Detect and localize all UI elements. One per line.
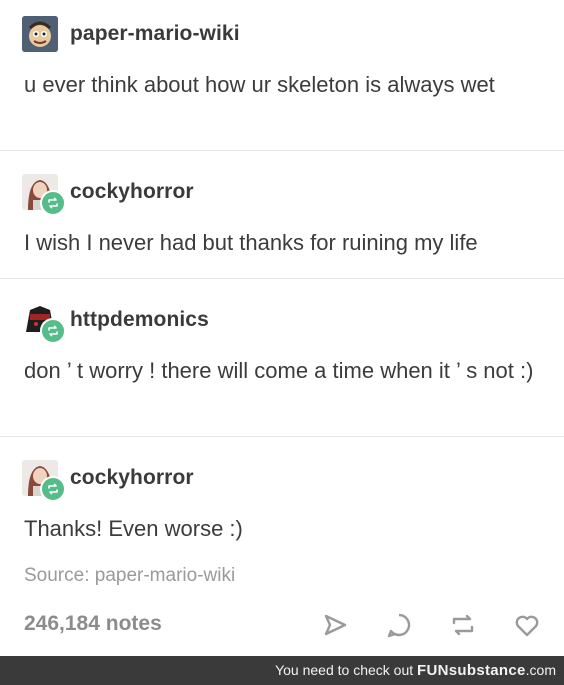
reblog-comment: cockyhorror Thanks! Even worse :) (0, 436, 564, 561)
reblog-icon (40, 190, 66, 216)
share-icon[interactable] (318, 608, 352, 642)
like-icon[interactable] (510, 608, 544, 642)
notes-count[interactable]: 246,184 notes (24, 612, 162, 636)
post-original: paper-mario-wiki u ever think about how … (0, 0, 564, 151)
post-header: paper-mario-wiki (22, 16, 240, 52)
avatar[interactable] (22, 302, 66, 344)
watermark-text: You need to check out FUNsubstance.com (275, 662, 556, 679)
reblog-comment: httpdemonics don ’ t worry ! there will … (0, 278, 564, 437)
cartoon-character-icon (22, 16, 58, 52)
watermark-suffix: .com (525, 662, 556, 678)
post-footer: 246,184 notes (0, 600, 564, 648)
avatar[interactable] (22, 460, 66, 502)
username[interactable]: paper-mario-wiki (70, 22, 240, 46)
post-header: cockyhorror (22, 460, 194, 502)
avatar[interactable] (22, 174, 66, 216)
reblog-icon (40, 476, 66, 502)
reblog-comment: cockyhorror I wish I never had but thank… (0, 150, 564, 279)
post-text: Thanks! Even worse :) (24, 516, 243, 541)
avatar[interactable] (22, 16, 58, 52)
username[interactable]: httpdemonics (70, 308, 209, 332)
reply-icon[interactable] (382, 608, 416, 642)
post-text: u ever think about how ur skeleton is al… (24, 72, 495, 97)
post-header: httpdemonics (22, 302, 209, 344)
post-actions (318, 608, 544, 642)
cartoon-character-avatar (22, 16, 58, 52)
post-text: I wish I never had but thanks for ruinin… (24, 230, 478, 255)
watermark-prefix: You need to check out (275, 662, 414, 678)
username[interactable]: cockyhorror (70, 180, 194, 204)
post-text: don ’ t worry ! there will come a time w… (24, 358, 534, 383)
watermark-bar: You need to check out FUNsubstance.com (0, 656, 564, 685)
watermark-brand: FUNsubstance (417, 662, 526, 679)
source-link[interactable]: Source: paper-mario-wiki (24, 565, 235, 587)
post-header: cockyhorror (22, 174, 194, 216)
reblog-icon (40, 318, 66, 344)
username[interactable]: cockyhorror (70, 466, 194, 490)
reblog-icon[interactable] (446, 608, 480, 642)
